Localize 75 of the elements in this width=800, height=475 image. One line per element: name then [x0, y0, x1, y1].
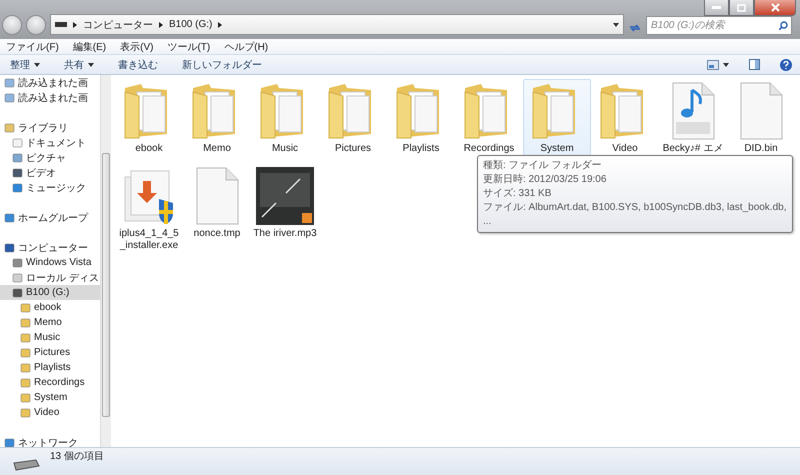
- menu-item[interactable]: ツール(T): [165, 40, 212, 54]
- forward-button[interactable]: [26, 15, 46, 35]
- nav-item[interactable]: ホームグループ: [0, 210, 100, 225]
- nav-item[interactable]: Playlists: [0, 360, 100, 375]
- nav-item[interactable]: Music: [0, 330, 100, 345]
- nav-item[interactable]: Pictures: [0, 345, 100, 360]
- tooltip-line: 種類: ファイル フォルダー: [483, 159, 602, 173]
- tooltip-line: 更新日時: 2012/03/25 19:06: [483, 173, 608, 187]
- breadcrumb[interactable]: コンピューター: [83, 18, 153, 32]
- file-item[interactable]: Playlists: [387, 79, 455, 158]
- menu-item[interactable]: ヘルプ(H): [222, 40, 270, 54]
- maximize-button[interactable]: [729, 0, 754, 16]
- tooltip-line: ...: [483, 215, 492, 229]
- nav-item[interactable]: System: [0, 390, 100, 405]
- album-art-thumbnail: [256, 167, 314, 225]
- nav-item[interactable]: Recordings: [0, 375, 100, 390]
- nav-item[interactable]: ビデオ: [0, 165, 100, 180]
- tooltip-line: ファイル: AlbumArt.dat, B100.SYS, b100SyncDB.db3, last_book.db,: [483, 201, 786, 215]
- nav-item[interactable]: Memo: [0, 315, 100, 330]
- menu-item[interactable]: 表示(V): [118, 40, 156, 54]
- mp3-file-icon: [670, 82, 716, 140]
- file-item[interactable]: Becky♪# エメ: [659, 79, 727, 158]
- minimize-icon: [712, 6, 721, 9]
- nav-item[interactable]: ミュージック: [0, 180, 100, 195]
- nav-item[interactable]: ネットワーク: [0, 435, 100, 447]
- nav-item[interactable]: 読み込まれた画: [0, 90, 100, 105]
- close-button[interactable]: [754, 0, 796, 16]
- nav-item[interactable]: コンピューター: [0, 240, 100, 255]
- back-button[interactable]: [2, 15, 22, 35]
- file-item[interactable]: Video: [591, 79, 659, 158]
- help-icon[interactable]: [780, 58, 792, 70]
- toolbar-button[interactable]: 書き込む: [116, 56, 160, 72]
- file-item[interactable]: Pictures: [319, 79, 387, 158]
- search-field[interactable]: B100 (G:)の検索: [646, 16, 792, 35]
- menu-item[interactable]: 編集(E): [70, 40, 108, 54]
- nav-item[interactable]: Windows Vista: [0, 255, 100, 270]
- toolbar-button[interactable]: 新しいフォルダー: [180, 56, 264, 72]
- nav-item[interactable]: ebook: [0, 300, 100, 315]
- blank-file-icon: [738, 82, 784, 140]
- maximize-icon: [737, 4, 746, 12]
- file-item[interactable]: ebook: [115, 79, 183, 158]
- view-options-icon[interactable]: [707, 60, 719, 70]
- menu-item[interactable]: ファイル(F): [4, 40, 61, 54]
- close-icon: [770, 3, 780, 12]
- nav-item[interactable]: B100 (G:): [0, 285, 100, 300]
- file-item[interactable]: The iriver.mp3: [251, 164, 319, 255]
- caret-icon: [613, 22, 619, 26]
- breadcrumb[interactable]: B100 (G:): [169, 19, 212, 30]
- chevron-right-icon: [73, 22, 77, 28]
- file-item[interactable]: iplus4_1_4_5_installer.exe: [115, 164, 183, 255]
- item-count: 13 個の項目: [50, 450, 104, 463]
- preview-pane-icon[interactable]: [749, 59, 760, 70]
- file-item[interactable]: Music: [251, 79, 319, 158]
- scrollbar[interactable]: [100, 75, 111, 447]
- file-item[interactable]: nonce.tmp: [183, 164, 251, 255]
- chevron-right-icon: [218, 22, 222, 28]
- tooltip-line: サイズ: 331 KB: [483, 187, 552, 201]
- nav-item[interactable]: ドキュメント: [0, 135, 100, 150]
- blank-file-icon: [194, 167, 240, 225]
- nav-item[interactable]: Video: [0, 405, 100, 420]
- file-item[interactable]: DID.bin: [727, 79, 795, 158]
- toolbar-button[interactable]: 整理: [8, 56, 42, 72]
- file-item[interactable]: Memo: [183, 79, 251, 158]
- nav-item[interactable]: ローカル ディス: [0, 270, 100, 285]
- nav-item[interactable]: ピクチャ: [0, 150, 100, 165]
- caret-icon: [723, 63, 729, 67]
- nav-item[interactable]: ライブラリ: [0, 120, 100, 135]
- address-bar[interactable]: コンピューター B100 (G:): [50, 14, 624, 35]
- toolbar-button[interactable]: 共有: [62, 56, 96, 72]
- file-item[interactable]: Recordings: [455, 79, 523, 158]
- chevron-right-icon: [159, 22, 163, 28]
- nav-item[interactable]: 読み込まれた画: [0, 75, 100, 90]
- minimize-button[interactable]: [704, 0, 729, 16]
- file-item[interactable]: System: [523, 79, 591, 158]
- search-icon: [779, 21, 788, 30]
